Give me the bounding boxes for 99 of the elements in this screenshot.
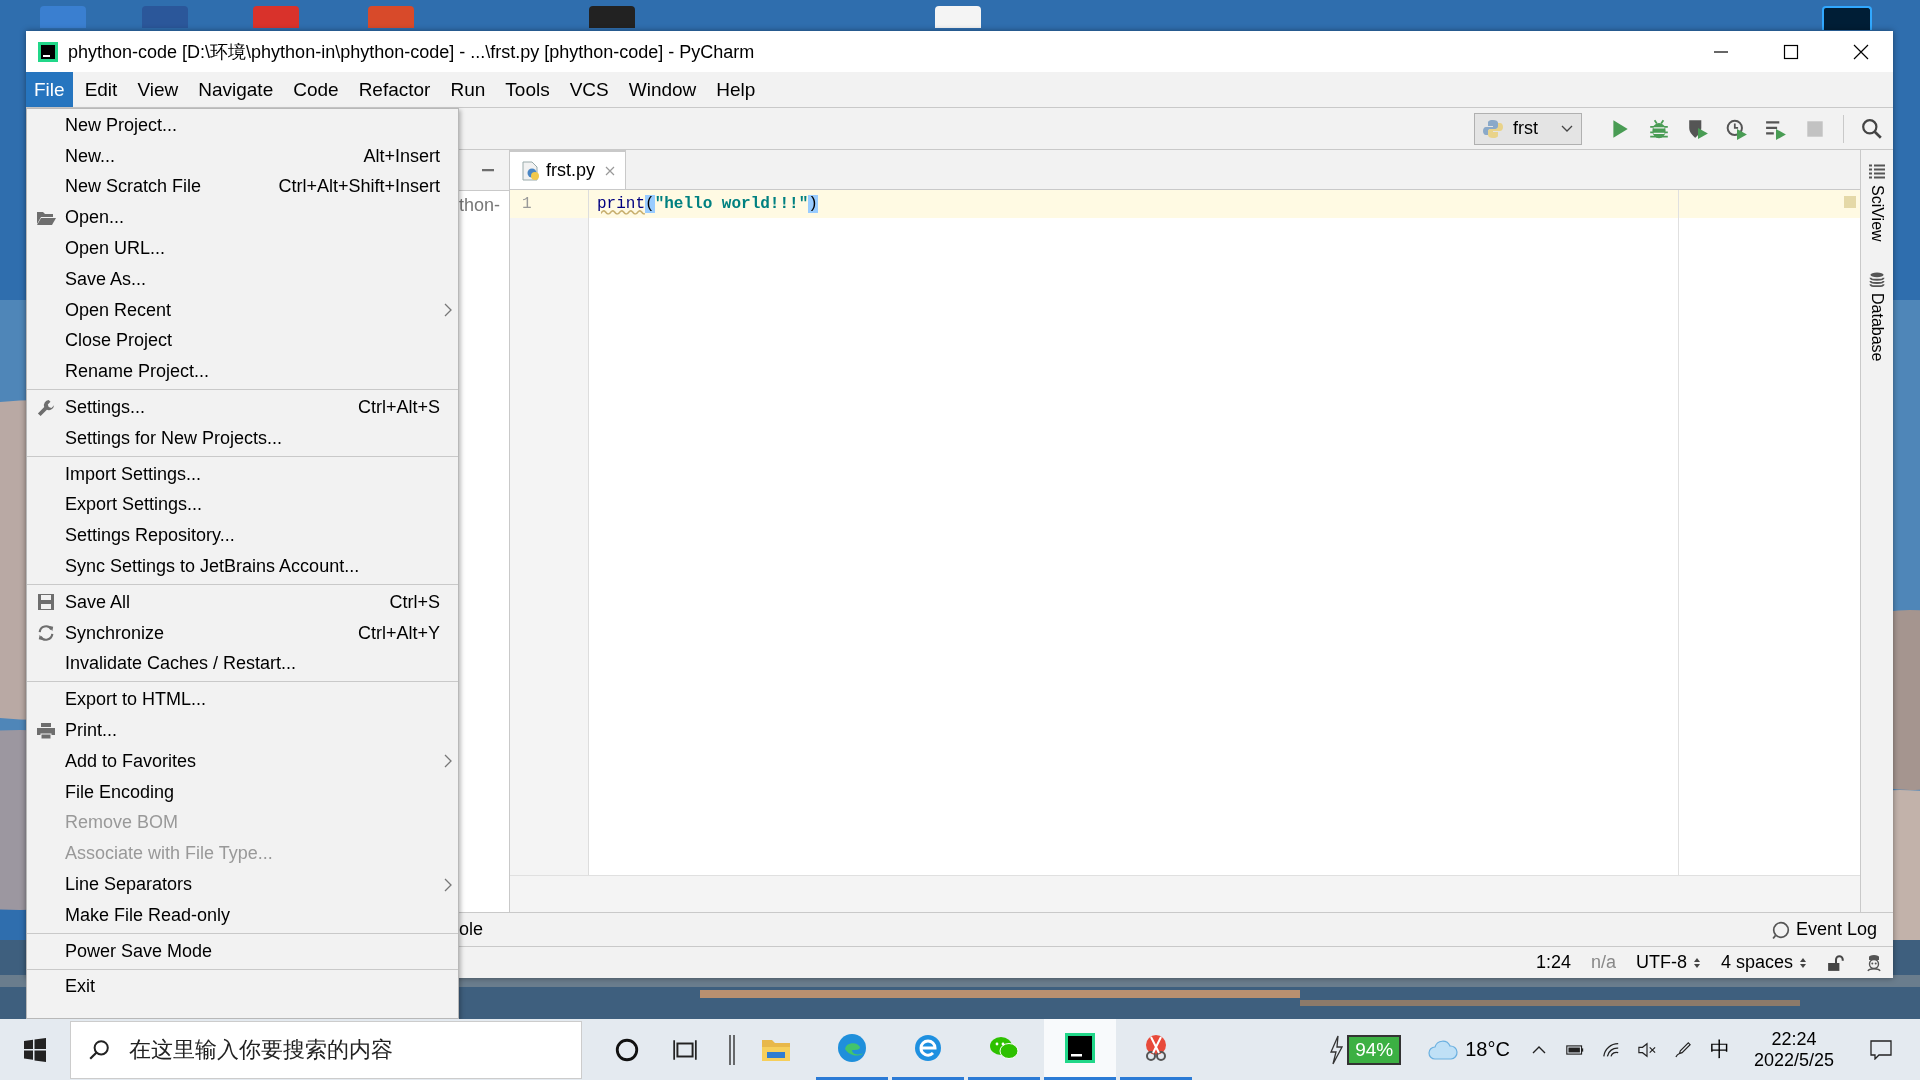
menu-item[interactable]: Add to Favorites [27, 745, 458, 777]
input-method-indicator[interactable]: 中 [1709, 1036, 1730, 1063]
menu[interactable]: Edit [76, 72, 126, 107]
caret-icon [1561, 124, 1573, 133]
menu-item[interactable]: Synchronize Ctrl+Alt+Y [27, 617, 458, 649]
clock-date: 2022/5/25 [1753, 1049, 1834, 1071]
menu[interactable]: Code [285, 72, 347, 107]
python-icon [1483, 118, 1503, 139]
menu-item[interactable]: Open Recent [27, 294, 458, 326]
menu-item[interactable]: New... Alt+Insert [27, 140, 458, 172]
editor-tab[interactable]: frst.py [510, 150, 626, 189]
menu-item[interactable]: Save All Ctrl+S [27, 586, 458, 618]
wrench-icon [36, 398, 56, 417]
menu-item[interactable]: New Project... [27, 110, 458, 141]
app-icon[interactable] [1822, 6, 1872, 30]
shortcut-label: Ctrl+Alt+S [357, 397, 440, 419]
taskbar-app[interactable] [1044, 1019, 1116, 1080]
event-log-button[interactable]: Event Log [1771, 919, 1877, 940]
wifi-icon[interactable] [1601, 1041, 1620, 1058]
app-logo-icon [38, 41, 58, 62]
lock-icon[interactable] [1827, 953, 1845, 972]
menu-item[interactable]: Open URL... [27, 233, 458, 264]
menu[interactable]: Run [442, 72, 494, 107]
minimize-icon[interactable] [480, 168, 496, 172]
menu[interactable]: Window [620, 72, 705, 107]
chevron-icon [444, 303, 452, 318]
search-icon[interactable] [1861, 117, 1883, 140]
shortcut-label: Ctrl+S [389, 591, 440, 613]
shortcut-label: Alt+Insert [363, 145, 440, 167]
maximize-icon[interactable] [1783, 43, 1799, 60]
up-down-icon [1692, 956, 1701, 969]
inspector-icon[interactable] [1865, 953, 1883, 972]
inspection-marker[interactable] [1844, 196, 1856, 208]
search-icon [88, 1038, 110, 1061]
menu-item[interactable]: Sync Settings to JetBrains Account... [27, 551, 458, 582]
menu[interactable]: Help [708, 72, 764, 107]
menu[interactable]: VCS [561, 72, 617, 107]
menu-item[interactable]: New Scratch File Ctrl+Alt+Shift+Insert [27, 171, 458, 203]
database-icon [1869, 271, 1885, 287]
grid-icon [1869, 164, 1885, 179]
profiler-icon[interactable] [1726, 117, 1748, 140]
caret-position[interactable]: 1:24 [1535, 952, 1571, 973]
menu-item[interactable]: Exit [27, 971, 458, 1003]
speech-bubble-icon [1771, 920, 1790, 939]
run-config-dropdown[interactable]: frst [1474, 112, 1582, 145]
weather-temperature[interactable]: 18°C [1465, 1038, 1510, 1061]
window-title: phython-code [D:\环境\phython-in\phython-code] - ...\frst.py [phython-code] - PyCharm [68, 40, 755, 64]
circle-icon[interactable] [614, 1036, 640, 1063]
chevron-icon [444, 877, 452, 892]
menu-item[interactable]: Settings Repository... [27, 520, 458, 552]
muted-speaker-icon[interactable] [1637, 1041, 1656, 1058]
menu-item[interactable]: Line Separators [27, 869, 458, 900]
menu-item[interactable]: Print... [27, 715, 458, 746]
python-file-icon [522, 160, 540, 181]
menu-item[interactable]: Rename Project... [27, 356, 458, 388]
printer-icon [36, 721, 56, 740]
browser-icon [913, 1033, 943, 1063]
menu-item[interactable]: Export to HTML... [27, 684, 458, 716]
menu-item[interactable]: Invalidate Caches / Restart... [27, 648, 458, 680]
menu[interactable]: View [129, 72, 187, 107]
shortcut-label: Ctrl+Alt+Shift+Insert [278, 176, 440, 198]
sync-icon [36, 624, 56, 643]
windows-logo-icon[interactable] [23, 1037, 47, 1062]
divider-icon [728, 1034, 736, 1065]
up-down-icon [1799, 956, 1807, 969]
save-icon [36, 593, 56, 612]
shortcut-label: Ctrl+Alt+Y [357, 622, 440, 644]
clock[interactable]: 22:24 2022/5/25 [1753, 1028, 1834, 1071]
menu[interactable]: Refactor [350, 72, 439, 107]
menu-item[interactable]: Make File Read-only [27, 899, 458, 931]
context-label: n/a [1590, 952, 1616, 973]
chevron-icon [444, 754, 452, 769]
menu[interactable]: Navigate [190, 72, 282, 107]
close-icon[interactable] [1853, 43, 1869, 60]
lightning-icon [1329, 1034, 1344, 1065]
menu[interactable]: File [26, 72, 73, 107]
clock-time: 22:24 [1771, 1028, 1817, 1050]
bug-icon[interactable] [1648, 117, 1670, 140]
browser-icon [837, 1033, 867, 1063]
tool-window-button[interactable]: SciView [1868, 164, 1886, 242]
ide-icon [1065, 1033, 1095, 1063]
tool-window-button[interactable]: Database [1868, 271, 1886, 362]
coverage-icon[interactable] [1687, 117, 1709, 140]
search-field[interactable]: 在这里输入你要搜索的内容 [70, 1020, 582, 1079]
indent-selector[interactable]: 4 spaces [1720, 952, 1807, 973]
pen-icon[interactable] [1673, 1041, 1692, 1058]
menu-item[interactable]: File Encoding [27, 776, 458, 808]
menu-item[interactable]: Open... [27, 202, 458, 234]
code-line: print("hello world!!!") [596, 195, 818, 213]
menu-item[interactable]: Close Project [27, 325, 458, 357]
menu-item[interactable]: Settings... Ctrl+Alt+S [27, 392, 458, 423]
menu-item[interactable]: Settings for New Projects... [27, 422, 458, 454]
menu-item[interactable]: Export Settings... [27, 489, 458, 521]
encoding-selector[interactable]: UTF-8 [1635, 952, 1701, 973]
menu[interactable]: Tools [497, 72, 558, 107]
menu-item[interactable]: Import Settings... [27, 458, 458, 490]
menu-item[interactable]: Save As... [27, 264, 458, 295]
notification-icon[interactable] [1870, 1039, 1892, 1060]
menu-item[interactable]: Power Save Mode [27, 935, 458, 967]
